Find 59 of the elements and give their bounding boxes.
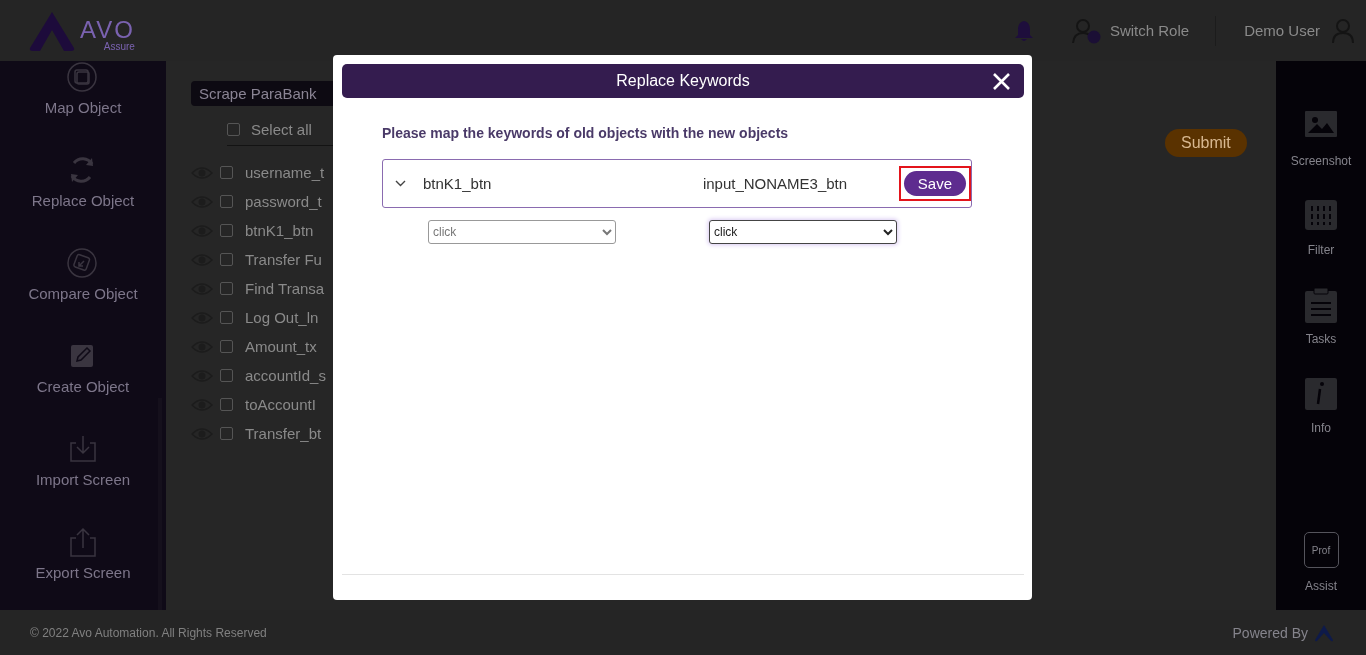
assist-button[interactable]: Prof bbox=[1303, 532, 1339, 568]
new-object-name: input_NONAME3_btn bbox=[702, 175, 849, 192]
logo-icon bbox=[1314, 623, 1334, 642]
info-icon[interactable] bbox=[1303, 376, 1339, 412]
object-checkbox[interactable] bbox=[220, 311, 233, 324]
toolbar-label: Info bbox=[1311, 421, 1331, 435]
object-checkbox[interactable] bbox=[220, 166, 233, 179]
object-checkbox[interactable] bbox=[220, 427, 233, 440]
screen-tab[interactable]: Scrape ParaBank bbox=[191, 81, 333, 106]
object-name: Amount_tx bbox=[245, 338, 317, 355]
object-name: btnK1_btn bbox=[245, 222, 314, 239]
object-checkbox[interactable] bbox=[220, 369, 233, 382]
sidebar-item[interactable]: Replace Object bbox=[31, 192, 135, 209]
object-checkbox[interactable] bbox=[220, 224, 233, 237]
toolbar-label: Assist bbox=[1305, 579, 1337, 593]
submit-button[interactable]: Submit bbox=[1165, 129, 1247, 157]
compare-icon[interactable] bbox=[66, 247, 100, 281]
sidebar-item[interactable]: Compare Object bbox=[28, 285, 138, 302]
object-checkbox[interactable] bbox=[220, 340, 233, 353]
select-all-checkbox[interactable] bbox=[227, 123, 240, 136]
mapping-row[interactable]: btnK1_btn input_NONAME3_btn Save bbox=[382, 159, 972, 208]
select-all-label: Select all bbox=[251, 121, 312, 138]
new-keyword-dropdown[interactable]: click bbox=[709, 220, 897, 244]
save-button[interactable]: Save bbox=[903, 171, 966, 196]
toolbar-label: Tasks bbox=[1305, 332, 1337, 346]
copyright-text: © 2022 Avo Automation. All Rights Reserved bbox=[30, 625, 268, 640]
object-name: toAccountI bbox=[245, 396, 316, 413]
object-name: username_t bbox=[245, 164, 325, 181]
logo-subtext: Assure bbox=[103, 41, 135, 52]
sidebar-item[interactable]: Import Screen bbox=[35, 471, 131, 488]
close-icon[interactable] bbox=[993, 73, 1010, 90]
object-name: Transfer Fu bbox=[245, 251, 322, 268]
switch-role-icon[interactable] bbox=[1071, 17, 1102, 44]
toolbar-label: Screenshot bbox=[1290, 154, 1352, 168]
object-checkbox[interactable] bbox=[220, 398, 233, 411]
powered-by-text: Powered By bbox=[1232, 624, 1308, 641]
toolbar-label: Filter bbox=[1307, 243, 1335, 257]
clipboard-icon[interactable] bbox=[1303, 287, 1339, 323]
object-name: Find Transa bbox=[245, 280, 325, 297]
instruction-text: Please map the keywords of old objects with the new objects bbox=[382, 125, 790, 141]
old-object-name: btnK1_btn bbox=[423, 175, 493, 192]
object-checkbox[interactable] bbox=[220, 253, 233, 266]
object-name: Log Out_ln bbox=[245, 309, 319, 326]
switch-role-link[interactable]: Switch Role bbox=[1109, 22, 1190, 39]
sidebar-item[interactable]: Map Object bbox=[44, 99, 122, 116]
sidebar-item[interactable]: Export Screen bbox=[35, 564, 131, 581]
layers-icon[interactable] bbox=[66, 61, 100, 95]
logo-text: AVO bbox=[80, 17, 135, 42]
object-name: accountId_s bbox=[245, 367, 326, 384]
user-name: Demo User bbox=[1244, 22, 1320, 39]
sidebar-item[interactable]: Create Object bbox=[36, 378, 130, 395]
old-keyword-dropdown[interactable]: click bbox=[428, 220, 616, 244]
chevron-icon[interactable] bbox=[395, 180, 406, 187]
object-checkbox[interactable] bbox=[220, 195, 233, 208]
object-checkbox[interactable] bbox=[220, 282, 233, 295]
object-name: password_t bbox=[245, 193, 322, 210]
object-name: Transfer_bt bbox=[245, 425, 322, 442]
dialog-title: Replace Keywords bbox=[616, 72, 750, 90]
bell-icon[interactable] bbox=[1013, 19, 1034, 42]
